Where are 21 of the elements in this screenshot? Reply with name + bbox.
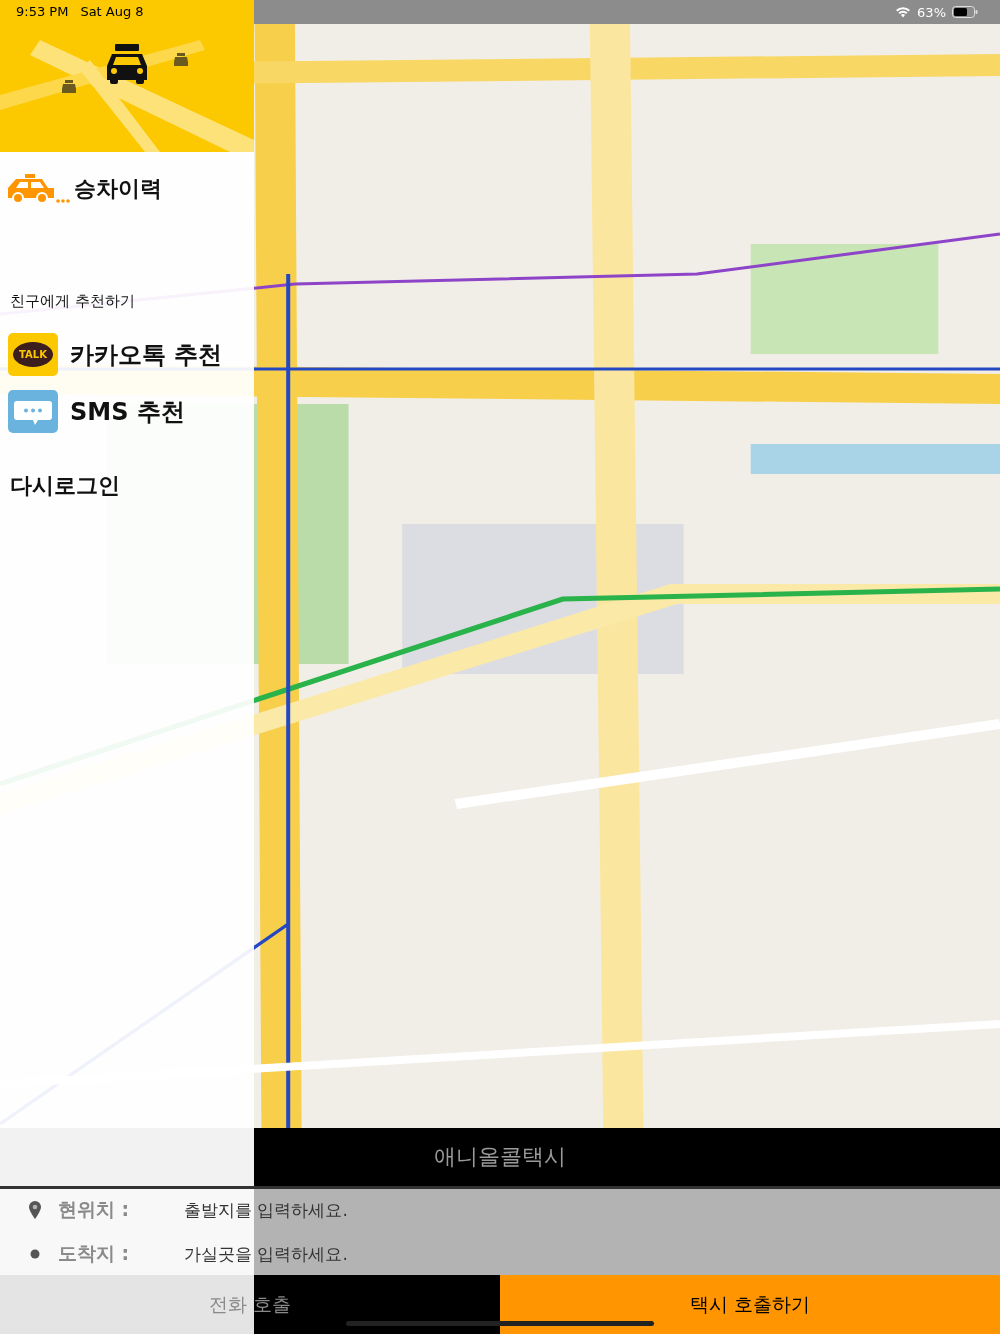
phone-call-button[interactable]: 전화 호출 [0,1275,500,1334]
taxi-call-button[interactable]: 택시 호출하기 [500,1275,1000,1334]
field-label: 현위치 : [58,1197,131,1222]
section-heading: 친구에게 추천하기 [10,292,136,311]
chat-bubble-icon: TALK [8,333,58,376]
battery-icon [952,6,978,18]
wifi-icon [895,6,912,18]
recommend-menu-item[interactable]: SMS 추천 [70,395,185,428]
message-icon [8,390,58,433]
address-field[interactable]: 가실곳을 입력하세요. [184,1244,1000,1264]
taxi-icon [8,174,70,204]
status-date: Sat Aug 8 [80,4,144,19]
status-time: 9:53 PM [16,4,69,19]
address-field[interactable]: 출발지를 입력하세요. [184,1200,1000,1220]
recommend-menu-item[interactable]: 카카오톡 추천 [70,338,223,371]
relogin-menu-item[interactable]: 다시로그인 [10,471,254,501]
app-title: 애니올콜택시 [434,1143,566,1171]
location-pin-icon [28,1200,42,1220]
battery-percent: 63% [917,4,946,20]
field-label: 도착지 : [58,1241,131,1266]
ride-history-menu-item[interactable]: 승차이력 [74,174,162,204]
